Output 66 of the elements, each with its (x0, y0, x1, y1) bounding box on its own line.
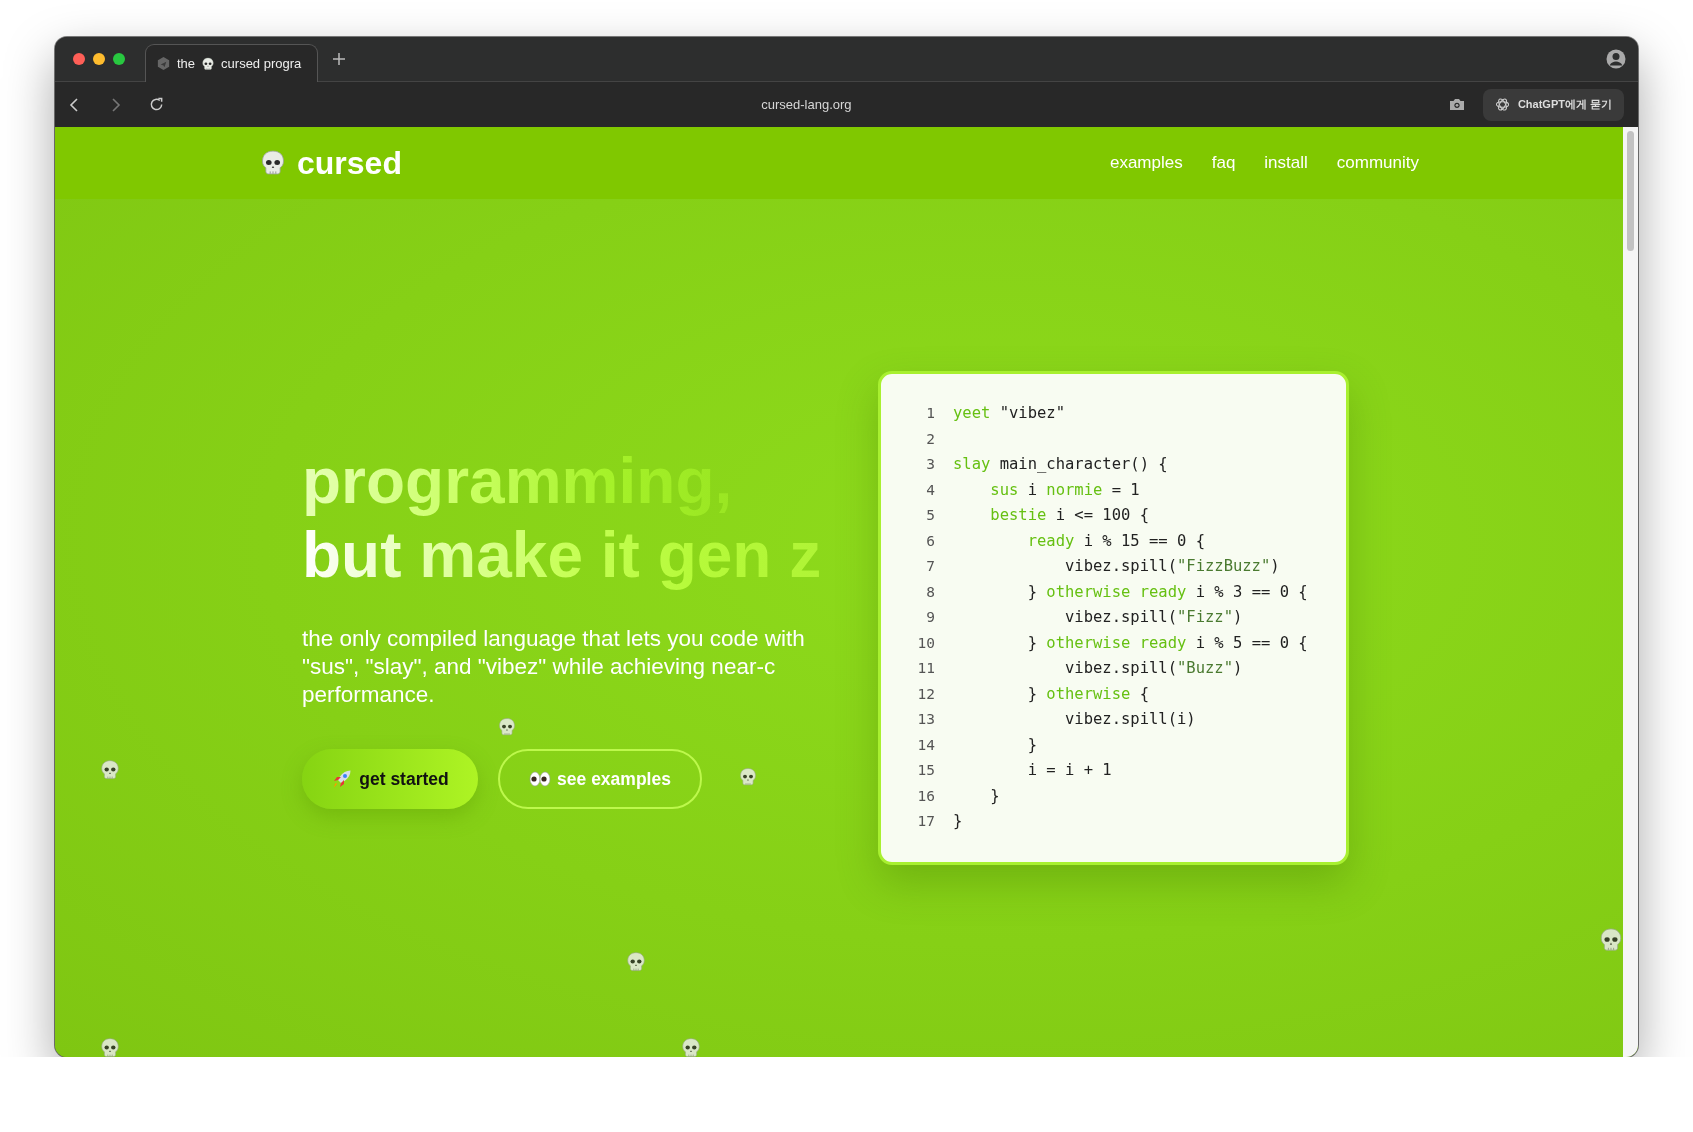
code-line: slay main_character() { (953, 455, 1168, 473)
skull-logo-icon (259, 149, 287, 177)
forward-icon[interactable] (111, 97, 121, 112)
line-number: 12 (916, 685, 935, 702)
code-line: vibez.spill("FizzBuzz") (1063, 557, 1280, 575)
code-line: vibez.spill("Buzz") (1063, 659, 1243, 677)
line-number: 4 (925, 481, 935, 498)
get-started-button[interactable]: get started (302, 749, 478, 809)
ask-chatgpt-button[interactable]: ChatGPT에게 묻기 (1482, 88, 1624, 121)
nav-link[interactable]: community (1336, 153, 1419, 173)
nav-link[interactable]: faq (1211, 153, 1236, 173)
camera-icon[interactable] (1448, 98, 1465, 111)
skull-icon (201, 56, 216, 71)
line-number: 8 (925, 583, 935, 600)
code-line: } otherwise ready i % 3 == 0 { (1026, 582, 1308, 601)
zoom-button[interactable] (113, 53, 125, 65)
address-bar[interactable]: cursed-lang.org (761, 97, 852, 112)
favicon-icon (156, 56, 171, 71)
line-number: 2 (925, 430, 935, 447)
skull-icon (1598, 927, 1623, 953)
reload-icon[interactable] (149, 97, 164, 112)
code-line: } (989, 786, 1000, 805)
examples-button[interactable]: see examples (498, 749, 702, 809)
skull-icon (738, 767, 758, 787)
new-tab-icon[interactable] (332, 52, 346, 66)
scrollbar-thumb[interactable] (1627, 131, 1634, 251)
nav-link[interactable]: install (1264, 153, 1308, 173)
skull-icon (680, 1037, 702, 1057)
code-line: } otherwise ready i % 5 == 0 { (1026, 633, 1308, 652)
code-line: yeet "vibez" (953, 404, 1065, 422)
line-number: 10 (916, 634, 935, 651)
minimize-button[interactable] (93, 53, 105, 65)
eyes-icon (529, 771, 552, 787)
skull-icon (99, 1037, 121, 1057)
line-number: 3 (925, 456, 935, 472)
code-line: } (953, 812, 963, 830)
site-logo[interactable]: cursed (297, 144, 402, 182)
chatgpt-icon (1494, 97, 1510, 112)
line-number: 1 (925, 405, 935, 421)
line-number: 16 (916, 787, 935, 804)
code-line: ready i % 15 == 0 { (1026, 531, 1205, 550)
code-line: vibez.spill("Fizz") (1063, 608, 1243, 626)
line-number: 5 (925, 507, 935, 523)
skull-icon (99, 759, 121, 781)
code-line: i = i + 1 (1026, 761, 1112, 779)
nav-link[interactable]: examples (1109, 153, 1183, 173)
profile-icon[interactable] (1606, 49, 1626, 69)
back-icon[interactable] (69, 97, 79, 112)
line-number: 7 (925, 558, 935, 574)
tagline: the only compiled language that lets you code with "sus", "slay", and "vibez" while achieving near-c performance. (302, 625, 806, 709)
skull-icon (625, 951, 647, 973)
line-number: 15 (916, 762, 935, 778)
code-line: } otherwise { (1026, 684, 1149, 703)
line-number: 14 (916, 736, 935, 753)
code-line: } (1026, 735, 1037, 754)
line-number: 13 (916, 711, 935, 727)
line-number: 17 (916, 813, 935, 829)
skull-icon (497, 717, 517, 737)
code-line: vibez.spill(i) (1063, 710, 1196, 728)
line-number: 9 (925, 609, 935, 625)
code-line: sus i normie = 1 (989, 480, 1140, 499)
code-line: bestie i <= 100 { (989, 506, 1149, 524)
close-button[interactable] (73, 53, 85, 65)
browser-tab[interactable]: the cursed progra (145, 44, 318, 82)
line-number: 6 (925, 532, 935, 549)
line-number: 11 (916, 660, 935, 676)
